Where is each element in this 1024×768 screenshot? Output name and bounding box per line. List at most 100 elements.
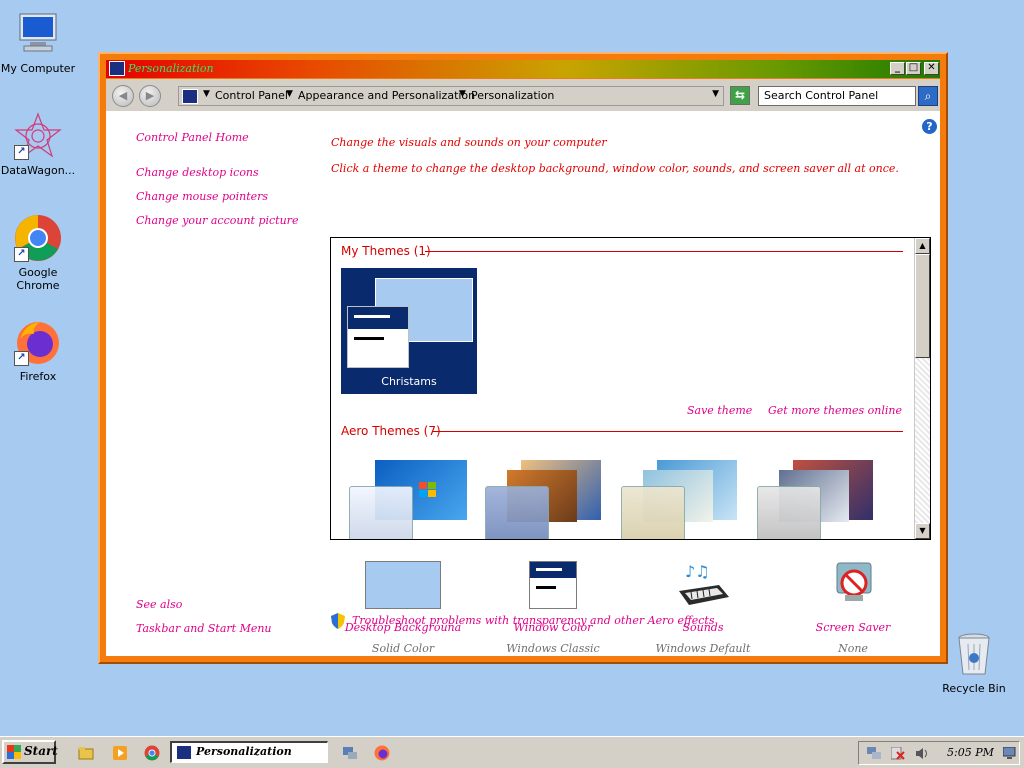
chevron-down-icon[interactable]: ▼ bbox=[459, 89, 466, 99]
start-button[interactable]: Start bbox=[2, 740, 58, 764]
title-bar[interactable]: Personalization _ □ ✕ bbox=[106, 60, 940, 78]
recycle-bin-icon bbox=[950, 630, 998, 678]
aero-theme-architecture[interactable] bbox=[481, 456, 605, 539]
control-panel-icon bbox=[176, 745, 192, 760]
search-input[interactable]: Search Control Panel bbox=[758, 86, 916, 106]
desktop-icon-datawagon[interactable]: ↗ DataWagon... bbox=[0, 112, 80, 177]
volume-icon[interactable] bbox=[915, 747, 929, 760]
forward-button[interactable]: ▶ bbox=[139, 85, 161, 107]
option-sounds[interactable]: ♪♫ Sounds Windows Default bbox=[638, 561, 768, 655]
see-also-heading: See also bbox=[136, 598, 183, 611]
screen-saver-icon bbox=[815, 561, 891, 611]
chevron-down-icon[interactable]: ▼ bbox=[286, 89, 293, 99]
shortcut-arrow-icon: ↗ bbox=[14, 145, 29, 160]
breadcrumb-appearance[interactable]: Appearance and Personalization bbox=[298, 89, 475, 102]
theme-tile-label: Christams bbox=[381, 375, 437, 388]
sidebar-link-account-picture[interactable]: Change your account picture bbox=[136, 214, 298, 227]
aero-themes-header: Aero Themes (7) bbox=[341, 424, 441, 438]
scroll-down-button[interactable]: ▼ bbox=[915, 523, 930, 539]
content-area: ? Control Panel Home Change desktop icon… bbox=[106, 111, 940, 656]
desktop-icon-my-computer[interactable]: My Computer bbox=[0, 10, 80, 75]
desktop-icon-firefox[interactable]: ↗ Firefox bbox=[0, 318, 80, 383]
shield-icon bbox=[331, 613, 345, 632]
datawagon-icon: ↗ bbox=[14, 112, 62, 160]
desktop-icon-label: My Computer bbox=[0, 62, 76, 75]
computer-icon bbox=[14, 10, 62, 58]
aero-theme-windows-7[interactable] bbox=[345, 456, 469, 539]
taskbar-button-personalization[interactable]: Personalization bbox=[170, 741, 328, 763]
system-tray: 5:05 PM bbox=[858, 741, 1020, 765]
back-button[interactable]: ◀ bbox=[112, 85, 134, 107]
security-alert-icon[interactable] bbox=[890, 746, 905, 760]
page-subtitle: Click a theme to change the desktop back… bbox=[331, 162, 899, 175]
theme-list: My Themes (1) Christams Save theme Get m… bbox=[330, 237, 931, 540]
windows-logo-icon bbox=[7, 745, 21, 759]
get-more-themes-link[interactable]: Get more themes online bbox=[768, 404, 902, 417]
address-bar[interactable]: ▼ Control Panel ▼ Appearance and Persona… bbox=[178, 86, 724, 106]
shortcut-arrow-icon: ↗ bbox=[14, 247, 29, 262]
theme-list-scrollbar[interactable]: ▲ ▼ bbox=[914, 238, 930, 539]
theme-preview-window bbox=[347, 306, 409, 368]
desktop-icon-label: Firefox bbox=[19, 370, 57, 383]
refresh-button[interactable]: ⇆ bbox=[730, 86, 750, 105]
desktop-icon-label: Recycle Bin bbox=[942, 682, 1006, 695]
sounds-icon: ♪♫ bbox=[665, 561, 741, 611]
address-dropdown-icon[interactable]: ▼ bbox=[712, 89, 719, 99]
option-name: Screen Saver bbox=[815, 621, 891, 634]
option-value: Windows Default bbox=[655, 642, 751, 655]
maximize-button[interactable]: □ bbox=[906, 62, 921, 75]
window-title: Personalization bbox=[128, 62, 214, 75]
svg-text:♪♫: ♪♫ bbox=[685, 562, 710, 581]
media-player-quicklaunch-icon[interactable] bbox=[112, 745, 128, 761]
option-window-color[interactable]: Window Color Windows Classic bbox=[488, 561, 618, 655]
explorer-quicklaunch-icon[interactable] bbox=[78, 745, 94, 761]
option-value: Solid Color bbox=[371, 642, 435, 655]
aero-theme-landscapes[interactable] bbox=[753, 456, 877, 539]
clock[interactable]: 5:05 PM bbox=[947, 746, 994, 759]
network-app-icon[interactable] bbox=[342, 745, 358, 761]
control-panel-icon bbox=[109, 61, 125, 76]
desktop-icon-label: Google Chrome bbox=[16, 266, 60, 292]
scroll-thumb[interactable] bbox=[915, 254, 930, 358]
control-panel-icon bbox=[182, 89, 198, 104]
address-toolbar: ◀ ▶ ▼ Control Panel ▼ Appearance and Per… bbox=[106, 79, 940, 111]
firefox-icon: ↗ bbox=[14, 318, 62, 366]
theme-tile-christams[interactable]: Christams bbox=[341, 268, 477, 394]
breadcrumb-personalization[interactable]: Personalization bbox=[471, 89, 554, 102]
chrome-icon: ↗ bbox=[14, 214, 62, 262]
sidebar-link-taskbar[interactable]: Taskbar and Start Menu bbox=[136, 622, 272, 635]
minimize-button[interactable]: _ bbox=[890, 62, 905, 75]
firefox-taskbar-icon[interactable] bbox=[374, 745, 390, 761]
option-value: Windows Classic bbox=[506, 642, 600, 655]
close-button[interactable]: ✕ bbox=[924, 62, 939, 75]
my-themes-header: My Themes (1) bbox=[341, 244, 431, 258]
taskbar: Start Personalization 5:05 PM bbox=[0, 736, 1024, 768]
desktop-background-icon bbox=[365, 561, 441, 611]
chevron-down-icon[interactable]: ▼ bbox=[203, 89, 210, 99]
chrome-quicklaunch-icon[interactable] bbox=[144, 745, 160, 761]
network-icon[interactable] bbox=[867, 747, 881, 760]
aero-theme-nature[interactable] bbox=[617, 456, 741, 539]
section-divider bbox=[433, 431, 903, 432]
page-title: Change the visuals and sounds on your co… bbox=[331, 136, 607, 149]
breadcrumb-control-panel[interactable]: Control Panel bbox=[215, 89, 288, 102]
section-divider bbox=[425, 251, 903, 252]
option-desktop-background[interactable]: Desktop Backgrouna Solid Color bbox=[338, 561, 468, 655]
window-color-icon bbox=[515, 561, 591, 611]
taskbar-button-label: Personalization bbox=[196, 745, 292, 758]
start-label: Start bbox=[24, 744, 58, 758]
sidebar-home-link[interactable]: Control Panel Home bbox=[136, 131, 249, 144]
option-screen-saver[interactable]: Screen Saver None bbox=[788, 561, 918, 655]
shortcut-arrow-icon: ↗ bbox=[14, 351, 29, 366]
help-icon[interactable]: ? bbox=[922, 119, 937, 134]
desktop-icon-chrome[interactable]: ↗ Google Chrome bbox=[0, 214, 80, 292]
save-theme-link[interactable]: Save theme bbox=[687, 404, 752, 417]
sidebar-link-desktop-icons[interactable]: Change desktop icons bbox=[136, 166, 259, 179]
desktop-icon-label: DataWagon... bbox=[0, 164, 76, 177]
scroll-up-button[interactable]: ▲ bbox=[915, 238, 930, 254]
personalization-window: Personalization _ □ ✕ ◀ ▶ ▼ Control Pane… bbox=[98, 52, 948, 664]
sidebar-link-mouse-pointers[interactable]: Change mouse pointers bbox=[136, 190, 268, 203]
search-button[interactable]: ⌕ bbox=[918, 86, 938, 106]
troubleshoot-link[interactable]: Troubleshoot problems with transparency … bbox=[352, 614, 715, 627]
show-desktop-icon[interactable] bbox=[1002, 746, 1017, 760]
